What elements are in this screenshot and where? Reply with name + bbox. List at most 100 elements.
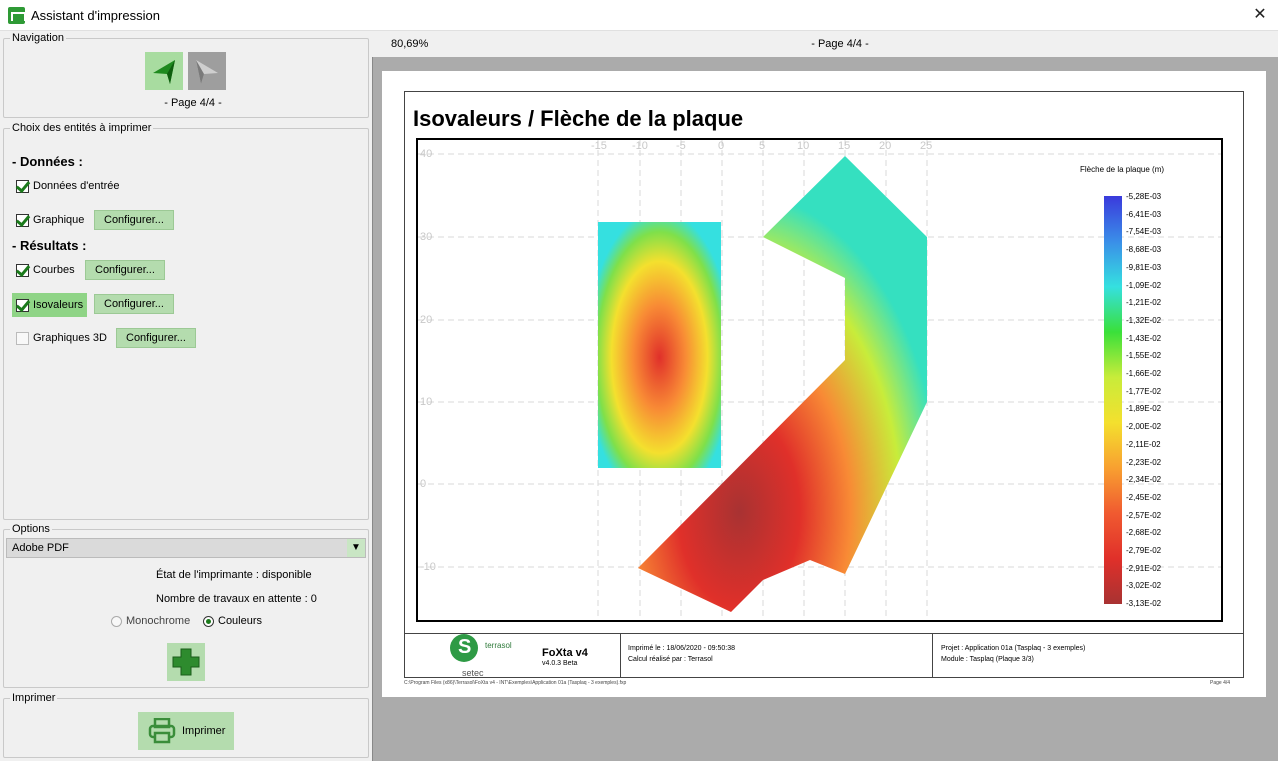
- print-label: Imprimer: [10, 692, 58, 704]
- radio-icon: [111, 615, 122, 627]
- product-version: v4.0.3 Beta: [542, 660, 578, 667]
- checkbox-donnees-entree[interactable]: Données d'entrée: [12, 175, 124, 197]
- close-icon[interactable]: ✕: [1248, 4, 1272, 26]
- y-tick: 40: [420, 148, 433, 160]
- page-footer: [404, 633, 1244, 678]
- app-icon: [8, 7, 26, 24]
- legend-value: -2,23E-02: [1126, 457, 1162, 467]
- checkbox-label: Isovaleurs: [33, 299, 84, 311]
- configure-isovaleurs-button[interactable]: Configurer...: [94, 294, 174, 314]
- product-name: FoXta v4: [542, 647, 588, 659]
- checkbox-icon: [16, 213, 29, 227]
- prev-page-button[interactable]: [145, 52, 183, 90]
- printer-select[interactable]: Adobe PDF ▼: [6, 538, 366, 558]
- x-tick: 0: [718, 140, 725, 152]
- legend-value: -2,00E-02: [1126, 422, 1162, 432]
- legend-value: -5,28E-03: [1126, 192, 1162, 201]
- print-button[interactable]: Imprimer: [138, 712, 234, 750]
- printer-jobs: Nombre de travaux en attente : 0: [156, 593, 317, 605]
- arrow-right-icon: [196, 60, 218, 84]
- zoom-level: 80,69%: [391, 38, 429, 50]
- legend-value: -9,81E-03: [1126, 262, 1162, 272]
- x-tick: 20: [879, 140, 892, 152]
- chevron-down-icon[interactable]: ▼: [347, 539, 365, 557]
- radio-label: Monochrome: [126, 615, 191, 627]
- x-tick: -10: [632, 140, 648, 152]
- y-tick: 20: [420, 314, 433, 326]
- legend-value: -2,91E-02: [1126, 563, 1162, 573]
- options-label: Options: [10, 523, 52, 535]
- legend-value: -2,57E-02: [1126, 510, 1162, 520]
- checkbox-icon: [16, 179, 29, 193]
- checkbox-graphique[interactable]: Graphique: [12, 209, 88, 231]
- legend-colorbar: [1104, 196, 1122, 604]
- checkbox-isovaleurs[interactable]: Isovaleurs: [12, 293, 88, 317]
- checkbox-label: Graphique: [33, 214, 85, 226]
- legend-value: -1,66E-02: [1126, 369, 1162, 378]
- arrow-left-icon: [153, 60, 175, 84]
- x-tick: 10: [797, 140, 810, 152]
- doc-title: Isovaleurs / Flèche de la plaque: [413, 106, 744, 131]
- printer-status: État de l'imprimante : disponible: [156, 569, 312, 581]
- checkbox-icon: [16, 331, 29, 345]
- checkbox-label: Courbes: [33, 264, 75, 276]
- legend-value: -3,13E-02: [1126, 599, 1162, 609]
- title-bar: [0, 0, 1278, 31]
- legend-value: -2,34E-02: [1126, 475, 1162, 485]
- printer-icon: [148, 718, 176, 744]
- resultats-header: - Résultats :: [12, 238, 87, 253]
- checkbox-courbes[interactable]: Courbes: [12, 259, 79, 281]
- y-tick: -10: [420, 561, 436, 573]
- legend-value: -7,54E-03: [1126, 227, 1162, 237]
- legend-value: -2,11E-02: [1126, 439, 1161, 449]
- brand-top: terrasol: [485, 641, 512, 650]
- plus-icon: [172, 648, 200, 676]
- plate-left: [598, 222, 721, 468]
- x-tick: 5: [759, 140, 766, 152]
- radio-couleurs[interactable]: Couleurs: [203, 615, 262, 627]
- x-tick: 15: [838, 140, 851, 152]
- add-button[interactable]: [167, 643, 205, 681]
- y-tick: 0: [420, 478, 427, 490]
- configure-graphique-button[interactable]: Configurer...: [94, 210, 174, 230]
- legend-value: -2,45E-02: [1126, 492, 1162, 502]
- isovalue-plot: [418, 140, 1221, 620]
- legend-value: -2,68E-02: [1126, 528, 1162, 538]
- y-tick: 10: [420, 396, 433, 408]
- calc-author: Calcul réalisé par : Terrasol: [628, 656, 713, 663]
- x-tick: -15: [591, 140, 607, 152]
- checkbox-icon: [16, 298, 29, 312]
- project-name: Projet : Application 01a (Tasplaq - 3 ex…: [941, 645, 1086, 652]
- checkbox-graphiques-3d[interactable]: Graphiques 3D: [12, 327, 111, 349]
- configure-courbes-button[interactable]: Configurer...: [85, 260, 165, 280]
- printed-date: Imprimé le : 18/06/2020 - 09:50:38: [628, 645, 736, 652]
- nav-page-indicator: - Page 4/4 -: [164, 97, 222, 109]
- legend-value: -2,79E-02: [1126, 546, 1162, 555]
- legend-value: -1,77E-02: [1126, 386, 1162, 396]
- legend-value: -1,21E-02: [1126, 298, 1162, 308]
- preview-page-indicator: - Page 4/4 -: [811, 38, 869, 50]
- legend-value: -1,43E-02: [1126, 333, 1162, 343]
- radio-icon: [203, 615, 214, 627]
- radio-monochrome[interactable]: Monochrome: [111, 615, 190, 627]
- module-name: Module : Tasplaq (Plaque 3/3): [941, 656, 1034, 663]
- legend-value: -6,41E-03: [1126, 209, 1162, 219]
- legend-value: -1,89E-02: [1126, 404, 1162, 414]
- donnees-header: - Données :: [12, 154, 83, 169]
- legend-title: Flèche de la plaque (m): [1080, 165, 1165, 174]
- navigation-label: Navigation: [10, 32, 66, 44]
- y-tick: 30: [420, 231, 433, 243]
- checkbox-label: Graphiques 3D: [33, 332, 107, 344]
- legend-value: -3,02E-02: [1126, 581, 1162, 591]
- next-page-button[interactable]: [188, 52, 226, 90]
- footer-page-number: Page 4/4: [1210, 680, 1231, 686]
- legend-value: -1,55E-02: [1126, 351, 1162, 361]
- radio-label: Couleurs: [218, 615, 263, 627]
- configure-graphiques-3d-button[interactable]: Configurer...: [116, 328, 196, 348]
- legend-value: -8,68E-03: [1126, 245, 1162, 255]
- legend-value: -1,09E-02: [1126, 280, 1162, 290]
- checkbox-icon: [16, 263, 29, 277]
- terrasol-logo: S: [450, 634, 478, 662]
- x-tick: -5: [676, 140, 686, 152]
- checkbox-label: Données d'entrée: [33, 180, 120, 192]
